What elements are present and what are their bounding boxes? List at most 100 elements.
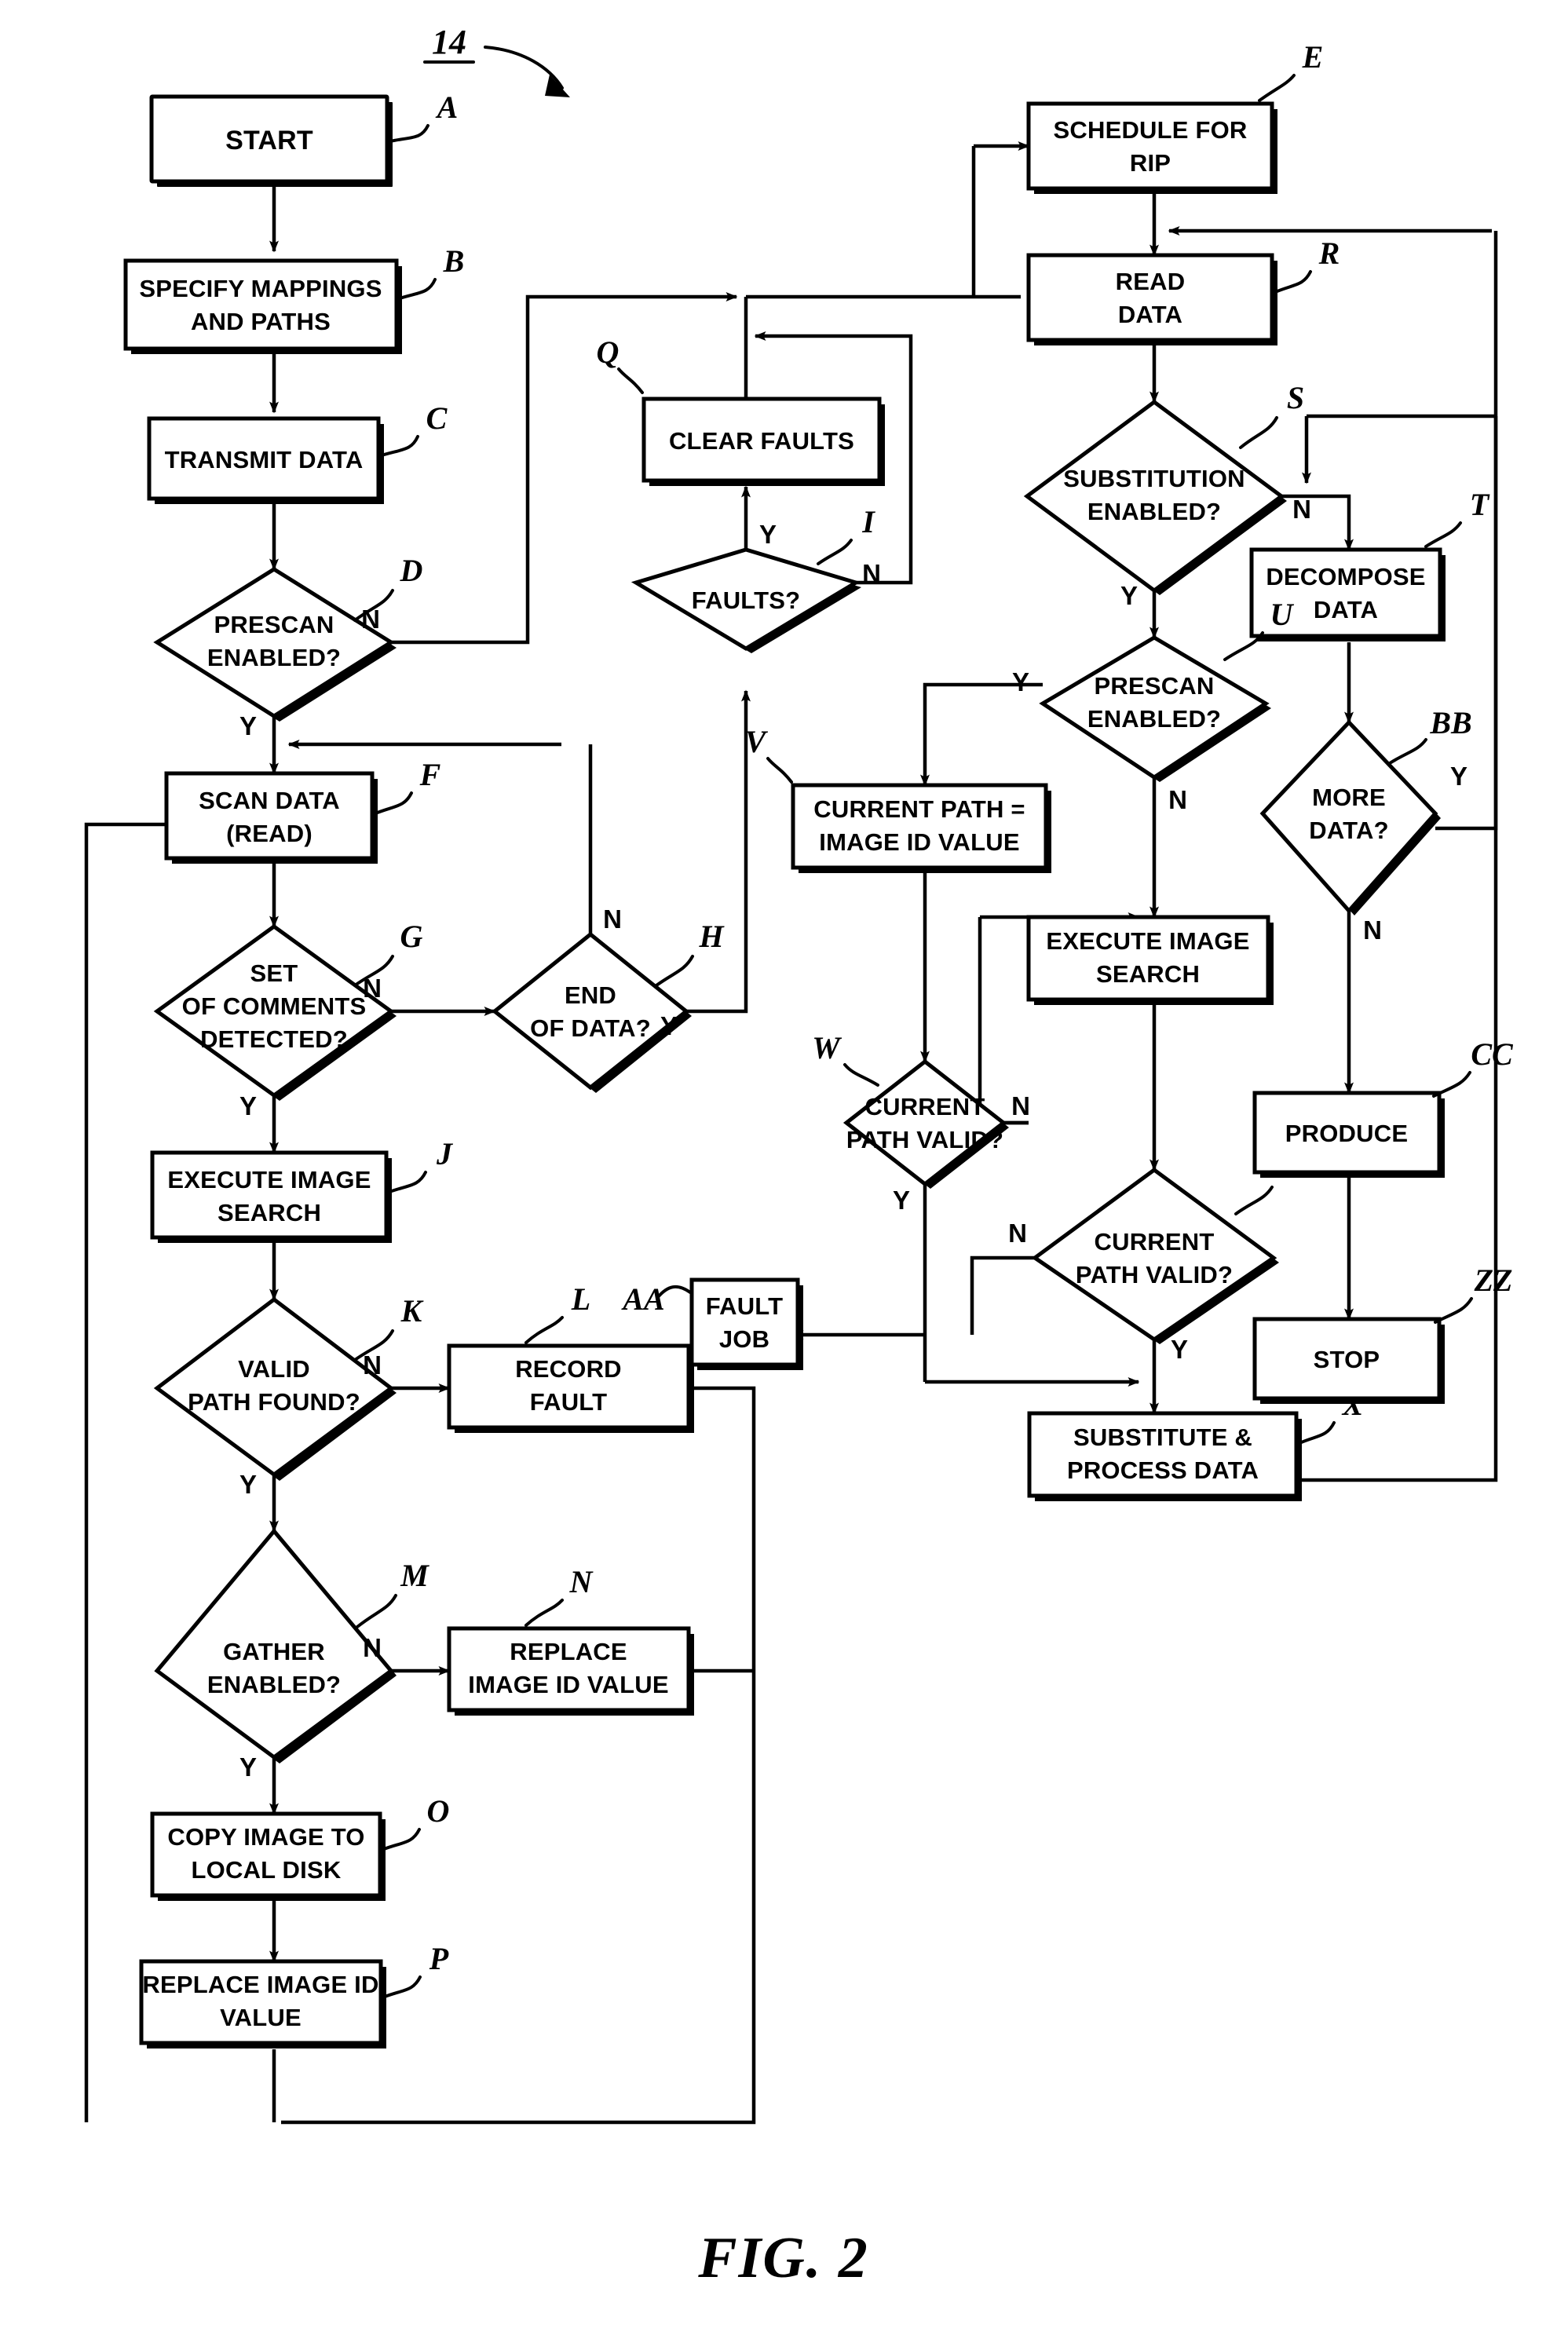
node-label: SUBSTITUTE &: [1073, 1424, 1252, 1451]
node-end-of-data[interactable]: END OF DATA? H N Y: [491, 905, 725, 1093]
node-label: END: [565, 981, 616, 1009]
node-label: DECOMPOSE: [1266, 563, 1425, 590]
node-valid-path-found[interactable]: VALID PATH FOUND? K N Y: [153, 1293, 424, 1499]
branch-label-n: N: [363, 974, 382, 1003]
ref-label-n: N: [569, 1564, 594, 1599]
ref-label-r: R: [1318, 236, 1340, 271]
node-label: SET: [250, 959, 298, 987]
node-start[interactable]: START A: [149, 90, 458, 187]
node-scan-data[interactable]: SCAN DATA (READ) F: [164, 757, 441, 864]
node-label: ENABLED?: [1087, 705, 1221, 733]
node-label: GATHER: [223, 1638, 325, 1665]
node-label: LOCAL DISK: [192, 1856, 342, 1884]
ref-label-e: E: [1302, 39, 1324, 75]
node-label: ENABLED?: [207, 1671, 341, 1698]
node-produce[interactable]: PRODUCE CC: [1252, 1036, 1514, 1178]
ref-label-d: D: [400, 553, 423, 588]
node-label: TRANSMIT DATA: [165, 446, 364, 473]
node-gather-enabled[interactable]: GATHER ENABLED? M N Y: [154, 1528, 429, 1782]
node-label: SPECIFY MAPPINGS: [139, 275, 382, 302]
node-label: START: [225, 126, 313, 155]
node-label: PATH VALID?: [846, 1126, 1003, 1153]
node-label: DATA?: [1309, 817, 1388, 844]
node-label: VALID: [238, 1355, 310, 1383]
ref-label-g: G: [400, 919, 423, 954]
ref-label-s: S: [1287, 380, 1304, 415]
edge-z-n: [970, 1255, 1035, 1335]
node-label: CURRENT PATH =: [813, 795, 1025, 823]
node-label: IMAGE ID VALUE: [468, 1671, 668, 1698]
node-label: PRESCAN: [214, 611, 334, 638]
node-label: PROCESS DATA: [1067, 1456, 1259, 1484]
ref-label-l: L: [571, 1281, 590, 1317]
branch-label-y: Y: [239, 1470, 257, 1499]
ref-label-m: M: [400, 1558, 429, 1593]
node-label: OF DATA?: [530, 1014, 651, 1042]
node-label: AND PATHS: [191, 308, 331, 335]
node-specify-mappings[interactable]: SPECIFY MAPPINGS AND PATHS B: [123, 243, 465, 354]
node-label: PRODUCE: [1285, 1120, 1408, 1147]
ref-label-v: V: [745, 724, 769, 759]
ref-label-cc: CC: [1471, 1036, 1514, 1072]
ref-numeral-14: 14: [432, 23, 466, 61]
node-label: ENABLED?: [207, 644, 341, 671]
branch-label-y: Y: [759, 520, 777, 549]
node-read-data[interactable]: READ DATA R: [1026, 236, 1340, 345]
node-label: CURRENT: [865, 1093, 985, 1120]
node-label: SEARCH: [1096, 960, 1200, 988]
node-label: SCAN DATA: [199, 787, 340, 814]
node-execute-image-search-right[interactable]: EXECUTE IMAGE SEARCH: [1026, 915, 1274, 1005]
node-copy-image-to-local-disk[interactable]: COPY IMAGE TO LOCAL DISK O: [150, 1793, 449, 1901]
branch-label-n: N: [361, 605, 380, 634]
ref-label-p: P: [429, 1941, 449, 1976]
node-label: READ: [1116, 268, 1186, 295]
node-label: ENABLED?: [1087, 498, 1221, 525]
node-label: REPLACE IMAGE ID: [142, 1971, 378, 1998]
node-label: DATA: [1118, 301, 1182, 328]
node-transmit-data[interactable]: TRANSMIT DATA C: [147, 400, 448, 504]
node-current-path-equals[interactable]: CURRENT PATH = IMAGE ID VALUE V: [745, 724, 1051, 873]
node-label: EXECUTE IMAGE: [167, 1166, 371, 1193]
node-stop[interactable]: STOP ZZ: [1252, 1263, 1513, 1404]
branch-label-n: N: [363, 1633, 382, 1662]
ref-label-w: W: [812, 1030, 842, 1065]
edge-h-y: [686, 689, 751, 1014]
ref-label-c: C: [426, 400, 448, 436]
node-replace-image-id-value-top[interactable]: REPLACE IMAGE ID VALUE N: [447, 1564, 694, 1716]
ref-label-t: T: [1470, 487, 1490, 522]
node-label: PATH VALID?: [1076, 1261, 1233, 1288]
branch-label-y: Y: [239, 1752, 257, 1782]
node-label: RIP: [1130, 149, 1171, 177]
branch-label-y: Y: [893, 1186, 910, 1215]
ref-label-b: B: [443, 243, 465, 279]
ref-label-aa: AA: [620, 1281, 664, 1317]
branch-label-y: Y: [1120, 581, 1138, 610]
ref-label-u: U: [1270, 597, 1295, 632]
edge-s-n: [1281, 494, 1354, 551]
figure-sheet: START A SPECIFY MAPPINGS AND PATHS B TRA…: [0, 0, 1568, 2350]
node-set-of-comments-detected[interactable]: SET OF COMMENTS DETECTED? G N Y: [153, 919, 423, 1120]
branch-label-y: Y: [239, 1091, 257, 1120]
node-more-data[interactable]: MORE DATA? BB Y N: [1259, 705, 1472, 945]
node-schedule-for-rip[interactable]: SCHEDULE FOR RIP E: [1026, 39, 1324, 194]
node-label: CURRENT: [1095, 1228, 1215, 1255]
ref-label-bb: BB: [1429, 705, 1471, 740]
node-prescan-enabled-left[interactable]: PRESCAN ENABLED? D N Y: [153, 553, 423, 740]
node-faults[interactable]: FAULTS? I Y N: [630, 504, 881, 653]
ref-label-zz: ZZ: [1474, 1263, 1513, 1298]
branch-label-y: Y: [660, 1011, 678, 1040]
branch-label-n: N: [603, 905, 622, 934]
ref-label-i: I: [861, 504, 875, 539]
node-label: REPLACE: [510, 1638, 627, 1665]
node-current-path-valid-w[interactable]: CURRENT PATH VALID? W N Y: [812, 1030, 1030, 1215]
figure-reference-numeral: 14: [423, 23, 570, 97]
node-label: JOB: [719, 1325, 769, 1353]
node-label: PATH FOUND?: [188, 1388, 360, 1416]
edge-u-y: [920, 682, 1043, 787]
node-replace-image-id-value-bottom[interactable]: REPLACE IMAGE ID VALUE P: [139, 1941, 449, 2048]
node-execute-image-search-left[interactable]: EXECUTE IMAGE SEARCH J: [150, 1136, 454, 1243]
branch-label-n: N: [1011, 1091, 1030, 1120]
node-label: FAULT: [530, 1388, 608, 1416]
node-clear-faults[interactable]: CLEAR FAULTS Q: [597, 334, 885, 486]
node-label: FAULT: [706, 1292, 784, 1320]
